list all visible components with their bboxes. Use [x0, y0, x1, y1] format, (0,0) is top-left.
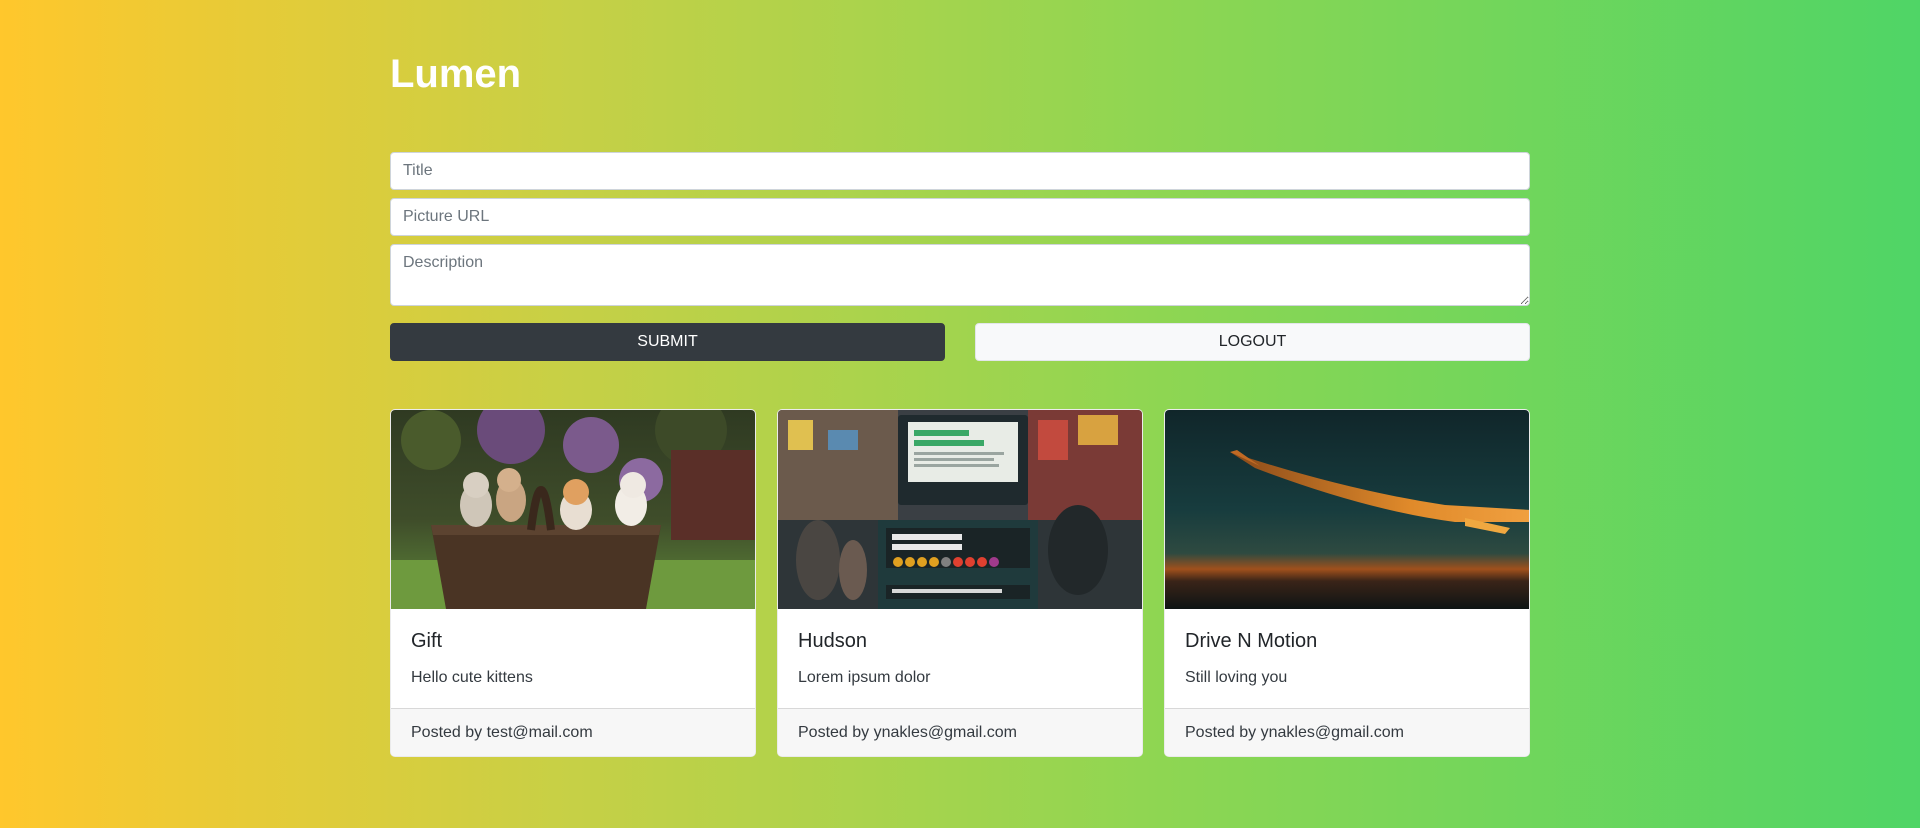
post-title: Drive N Motion	[1185, 630, 1318, 652]
title-input[interactable]	[390, 152, 1530, 190]
post-description: Hello cute kittens	[411, 669, 533, 686]
logout-button[interactable]: LOGOUT	[975, 323, 1530, 361]
submit-button[interactable]: SUBMIT	[390, 323, 945, 361]
post-footer: Posted by ynakles@gmail.com	[778, 708, 1142, 756]
post-card: Drive N Motion Still loving you Posted b…	[1164, 409, 1530, 757]
post-description: Lorem ipsum dolor	[798, 669, 931, 686]
post-footer: Posted by test@mail.com	[391, 708, 755, 756]
post-description: Still loving you	[1185, 669, 1288, 686]
picture-url-input[interactable]	[390, 198, 1530, 236]
post-image-times-square	[778, 410, 1142, 609]
post-card: Hudson Lorem ipsum dolor Posted by ynakl…	[777, 409, 1143, 757]
brand-title: Lumen	[390, 52, 522, 96]
post-footer: Posted by ynakles@gmail.com	[1165, 708, 1529, 756]
post-image-kittens	[391, 410, 755, 609]
post-title: Gift	[411, 630, 443, 652]
post-image-airplane-wing	[1165, 410, 1529, 609]
post-title: Hudson	[798, 630, 867, 652]
description-textarea[interactable]	[390, 244, 1530, 306]
post-cards: Gift Hello cute kittens Posted by test@m…	[390, 409, 1530, 757]
post-card: Gift Hello cute kittens Posted by test@m…	[390, 409, 756, 757]
